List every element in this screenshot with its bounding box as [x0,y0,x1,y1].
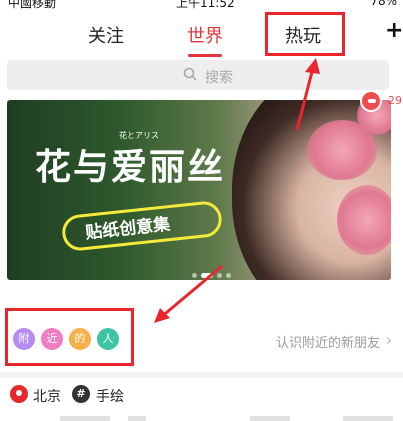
add-button[interactable]: + [385,18,403,43]
chevron-right-icon: › [386,331,392,349]
comment-icon[interactable] [360,90,382,112]
search-input[interactable]: 搜索 [7,60,389,90]
active-tab-indicator [188,54,222,57]
battery-level: 78% [370,0,397,8]
top-tab-bar: 关注 世界 热玩 + [0,12,403,58]
banner-title: 花与爱丽丝 [35,146,226,188]
topic-tag[interactable]: 手绘 [96,386,124,406]
carrier-label: 中國移動 [8,0,57,10]
meet-new-friends-link[interactable]: 认识附近的新朋友 [276,332,380,351]
status-time: 上午11:52 [176,0,235,10]
highlight-box-nearby [5,308,134,366]
content-preview-strip [0,416,403,421]
tab-follow[interactable]: 关注 [88,22,124,48]
comment-count: 29 [388,94,402,107]
tab-hot[interactable]: 热玩 [285,22,321,48]
search-placeholder: 搜索 [205,70,233,86]
carousel-indicator [190,263,233,280]
tab-world[interactable]: 世界 [187,22,223,48]
carousel-dot-active[interactable] [201,273,213,278]
location-tag[interactable]: 北京 [33,386,61,406]
flower-decoration [337,185,391,255]
carousel-dot[interactable] [192,273,197,278]
featured-banner[interactable]: 花とアリス 花与爱丽丝 贴纸创意集 [7,100,391,280]
carousel-dot[interactable] [226,273,231,278]
search-icon [183,67,197,81]
hashtag-icon: # [72,385,90,403]
location-pin-icon [10,385,28,403]
carousel-dot[interactable] [217,273,222,278]
status-bar: 中國移動 上午11:52 78% [0,0,403,10]
section-divider [0,372,403,378]
